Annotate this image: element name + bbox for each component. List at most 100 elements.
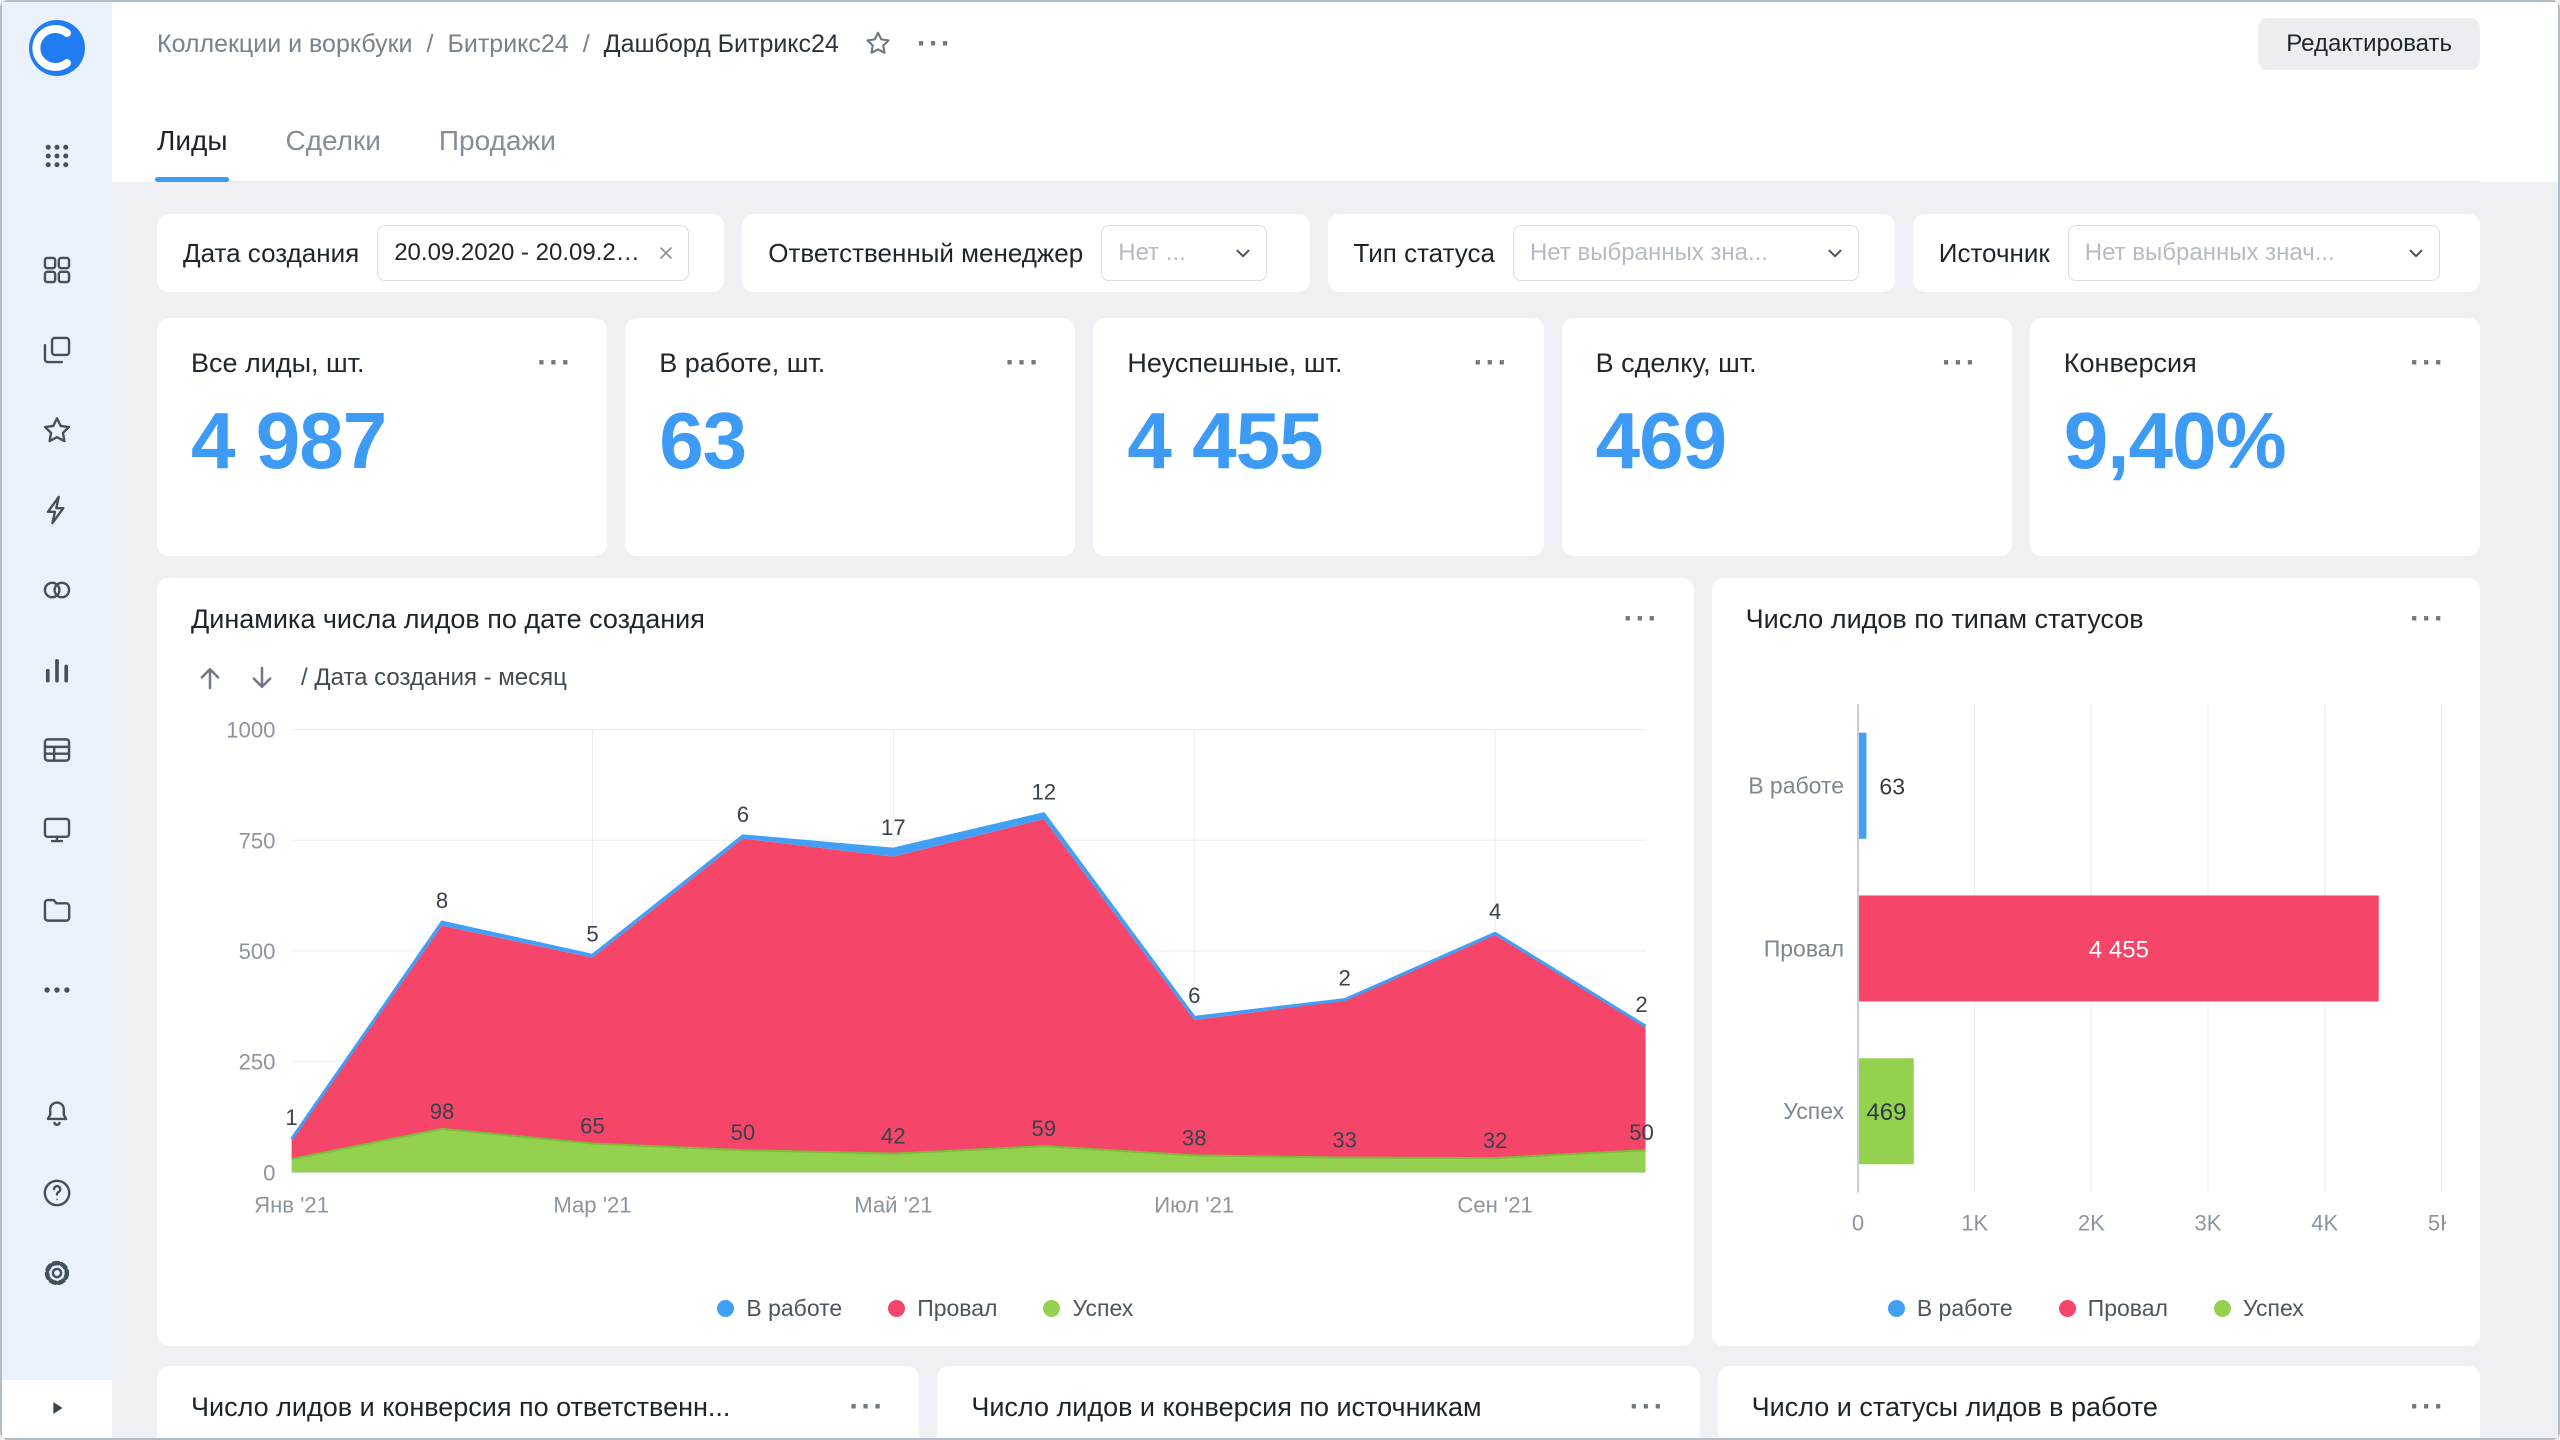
active-tab-underline xyxy=(155,177,229,182)
select-placeholder: Нет выбранных знач... xyxy=(2085,239,2335,267)
datalens-logo[interactable] xyxy=(29,20,85,76)
svg-text:59: 59 xyxy=(1031,1116,1056,1141)
chart-more-button[interactable]: ··· xyxy=(2410,1392,2446,1422)
legend-item[interactable]: Успех xyxy=(2214,1295,2304,1322)
kpi-value: 4 455 xyxy=(1127,395,1509,487)
page-header: Коллекции и воркбуки / Битрикс24 / Дашбо… xyxy=(112,2,2558,182)
star-icon xyxy=(863,28,893,58)
kpi-value: 469 xyxy=(1596,395,1978,487)
notifications-button[interactable] xyxy=(2,1073,112,1153)
star-icon xyxy=(40,413,74,447)
dashboard-body: Дата создания 20.09.2020 - 20.09.2021 От… xyxy=(112,182,2558,1438)
drill-up-button[interactable] xyxy=(191,661,229,695)
legend-item[interactable]: В работе xyxy=(717,1295,842,1322)
breadcrumb-separator: / xyxy=(583,30,590,59)
sidebar-item-monitoring[interactable] xyxy=(2,790,112,870)
chart-more-button[interactable]: ··· xyxy=(849,1392,885,1422)
source-select[interactable]: Нет выбранных знач... xyxy=(2068,225,2440,281)
kpi-value: 9,40% xyxy=(2064,395,2446,487)
svg-text:5: 5 xyxy=(586,921,598,946)
svg-text:6: 6 xyxy=(737,802,749,827)
drill-breadcrumb: / Дата создания - месяц xyxy=(301,664,567,692)
sidebar-item-tables[interactable] xyxy=(2,710,112,790)
favorite-button[interactable] xyxy=(863,28,893,61)
area-chart-canvas[interactable]: 02505007501000Янв '21Мар '21Май '21Июл '… xyxy=(191,703,1660,1222)
chart-card-leads-in-progress: Число и статусы лидов в работе··· xyxy=(1718,1366,2480,1438)
sidebar-item-more[interactable] xyxy=(2,950,112,1030)
bell-icon xyxy=(40,1096,74,1130)
kpi-more-button[interactable]: ··· xyxy=(1474,348,1510,378)
kpi-more-button[interactable]: ··· xyxy=(1942,348,1978,378)
dashboard-tabs: Лиды Сделки Продажи xyxy=(157,86,2480,182)
chart-more-button[interactable]: ··· xyxy=(1630,1392,1666,1422)
sidebar-item-charts[interactable] xyxy=(2,630,112,710)
svg-text:50: 50 xyxy=(1629,1120,1654,1145)
legend-item[interactable]: Успех xyxy=(1043,1295,1133,1322)
drilldown-controls: / Дата создания - месяц xyxy=(191,661,1660,695)
legend-label: Успех xyxy=(2243,1295,2304,1322)
gear-icon xyxy=(40,1256,74,1290)
sidebar-item-connections[interactable] xyxy=(2,470,112,550)
drill-down-button[interactable] xyxy=(243,661,281,695)
svg-text:1: 1 xyxy=(285,1105,297,1130)
breadcrumb-link-collections[interactable]: Коллекции и воркбуки xyxy=(157,30,413,59)
bottom-row: Число лидов и конверсия по ответственн..… xyxy=(157,1366,2480,1438)
charts-row: Динамика числа лидов по дате создания ··… xyxy=(157,578,2480,1346)
ellipsis-icon xyxy=(40,973,74,1007)
table-icon xyxy=(40,733,74,767)
legend-item[interactable]: Провал xyxy=(888,1295,997,1322)
status-type-select[interactable]: Нет выбранных зна... xyxy=(1513,225,1859,281)
chart-title: Число лидов и конверсия по ответственн..… xyxy=(191,1392,730,1423)
tab-label: Продажи xyxy=(439,125,556,156)
sidebar-footer xyxy=(2,1380,112,1438)
kpi-card-to-deal: В сделку, шт. ··· 469 xyxy=(1562,318,2012,556)
kpi-more-button[interactable]: ··· xyxy=(1005,348,1041,378)
breadcrumb-separator: / xyxy=(427,30,434,59)
chart-more-button[interactable]: ··· xyxy=(2410,604,2446,634)
tab-label: Лиды xyxy=(157,125,227,156)
svg-text:2: 2 xyxy=(1339,966,1351,991)
sidebar-item-collections[interactable] xyxy=(2,310,112,390)
svg-text:Мар '21: Мар '21 xyxy=(553,1192,631,1217)
breadcrumb: Коллекции и воркбуки / Битрикс24 / Дашбо… xyxy=(157,30,839,59)
filter-manager: Ответственный менеджер Нет ... xyxy=(742,214,1309,292)
settings-button[interactable] xyxy=(2,1233,112,1313)
select-placeholder: Нет ... xyxy=(1118,239,1186,267)
manager-select[interactable]: Нет ... xyxy=(1101,225,1267,281)
bar-chart-canvas[interactable]: 01K2K3K4K5KВ работе63Провал4 455Успех469 xyxy=(1746,692,2446,1238)
sidebar-item-dashboards[interactable] xyxy=(2,230,112,310)
svg-text:1K: 1K xyxy=(1961,1211,1988,1236)
kpi-title: Неуспешные, шт. xyxy=(1127,348,1342,379)
legend-item[interactable]: В работе xyxy=(1888,1295,2013,1322)
kpi-more-button[interactable]: ··· xyxy=(2410,348,2446,378)
tab-deals[interactable]: Сделки xyxy=(285,125,380,181)
date-range-input[interactable]: 20.09.2020 - 20.09.2021 xyxy=(377,225,689,281)
tab-leads[interactable]: Лиды xyxy=(157,125,227,181)
svg-text:0: 0 xyxy=(1852,1211,1864,1236)
apps-grid-button[interactable] xyxy=(2,116,112,196)
chart-more-button[interactable]: ··· xyxy=(1624,604,1660,634)
clear-date-button[interactable] xyxy=(656,243,676,263)
chart-card-conversion-by-manager: Число лидов и конверсия по ответственн..… xyxy=(157,1366,919,1438)
edit-button[interactable]: Редактировать xyxy=(2258,18,2480,70)
help-button[interactable] xyxy=(2,1153,112,1233)
breadcrumb-link-workbook[interactable]: Битрикс24 xyxy=(447,30,568,59)
collapse-sidebar-button[interactable] xyxy=(46,1397,68,1422)
sidebar-item-storage[interactable] xyxy=(2,870,112,950)
sidebar-nav xyxy=(2,230,112,1030)
svg-text:750: 750 xyxy=(239,828,276,853)
svg-text:4K: 4K xyxy=(2311,1211,2338,1236)
kpi-title: В сделку, шт. xyxy=(1596,348,1757,379)
kpi-more-button[interactable]: ··· xyxy=(537,348,573,378)
header-more-button[interactable]: ··· xyxy=(917,29,953,59)
svg-text:469: 469 xyxy=(1866,1099,1906,1126)
tab-sales[interactable]: Продажи xyxy=(439,125,556,181)
sidebar-item-datasets[interactable] xyxy=(2,550,112,630)
grid-icon xyxy=(40,253,74,287)
legend-item[interactable]: Провал xyxy=(2059,1295,2168,1322)
sidebar-item-favorites[interactable] xyxy=(2,390,112,470)
chevron-down-icon xyxy=(2405,242,2427,264)
kpi-card-all-leads: Все лиды, шт.··· 4 987 xyxy=(157,318,607,556)
rings-icon xyxy=(40,573,74,607)
filter-label: Ответственный менеджер xyxy=(768,238,1083,269)
